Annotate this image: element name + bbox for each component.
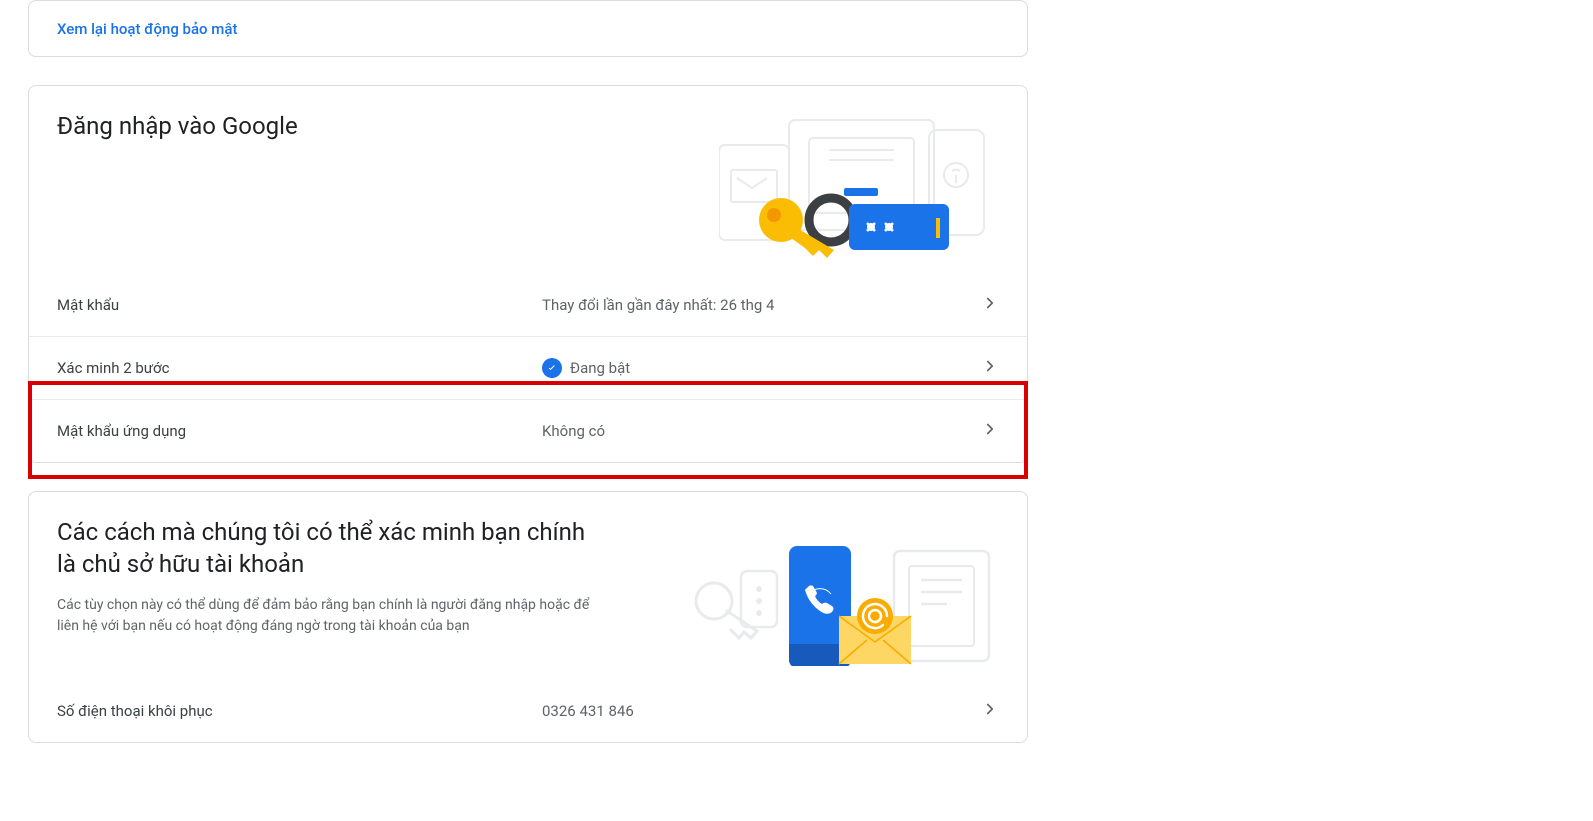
- chevron-right-icon: [981, 294, 999, 316]
- app-passwords-label: Mật khẩu ứng dụng: [57, 422, 542, 440]
- signin-illustration: [719, 110, 999, 264]
- recovery-illustration: [679, 516, 999, 670]
- review-security-activity-link[interactable]: Xem lại hoạt động bảo mật: [57, 20, 237, 38]
- two-step-value: Đang bật: [542, 358, 981, 378]
- password-row[interactable]: Mật khẩu Thay đổi lần gần đây nhất: 26 t…: [29, 274, 1027, 336]
- password-value: Thay đổi lần gần đây nhất: 26 thg 4: [542, 296, 981, 314]
- recovery-phone-row[interactable]: Số điện thoại khôi phục 0326 431 846: [29, 680, 1027, 742]
- password-label: Mật khẩu: [57, 296, 542, 314]
- two-step-label: Xác minh 2 bước: [57, 359, 542, 377]
- recovery-phone-value: 0326 431 846: [542, 702, 981, 720]
- signin-google-card: Đăng nhập vào Google: [28, 85, 1028, 463]
- signin-card-title: Đăng nhập vào Google: [57, 110, 298, 142]
- recovery-card-subtitle: Các tùy chọn này có thể dùng để đảm bảo …: [57, 595, 607, 637]
- recovery-phone-label: Số điện thoại khôi phục: [57, 702, 542, 720]
- security-activity-card: Xem lại hoạt động bảo mật: [28, 0, 1028, 57]
- two-step-verification-row[interactable]: Xác minh 2 bước Đang bật: [29, 336, 1027, 399]
- app-passwords-row[interactable]: Mật khẩu ứng dụng Không có: [29, 399, 1027, 462]
- recovery-card-title: Các cách mà chúng tôi có thể xác minh bạ…: [57, 516, 607, 581]
- app-passwords-value: Không có: [542, 422, 981, 440]
- account-recovery-card: Các cách mà chúng tôi có thể xác minh bạ…: [28, 491, 1028, 743]
- check-circle-icon: [542, 358, 562, 378]
- chevron-right-icon: [981, 700, 999, 722]
- chevron-right-icon: [981, 420, 999, 442]
- chevron-right-icon: [981, 357, 999, 379]
